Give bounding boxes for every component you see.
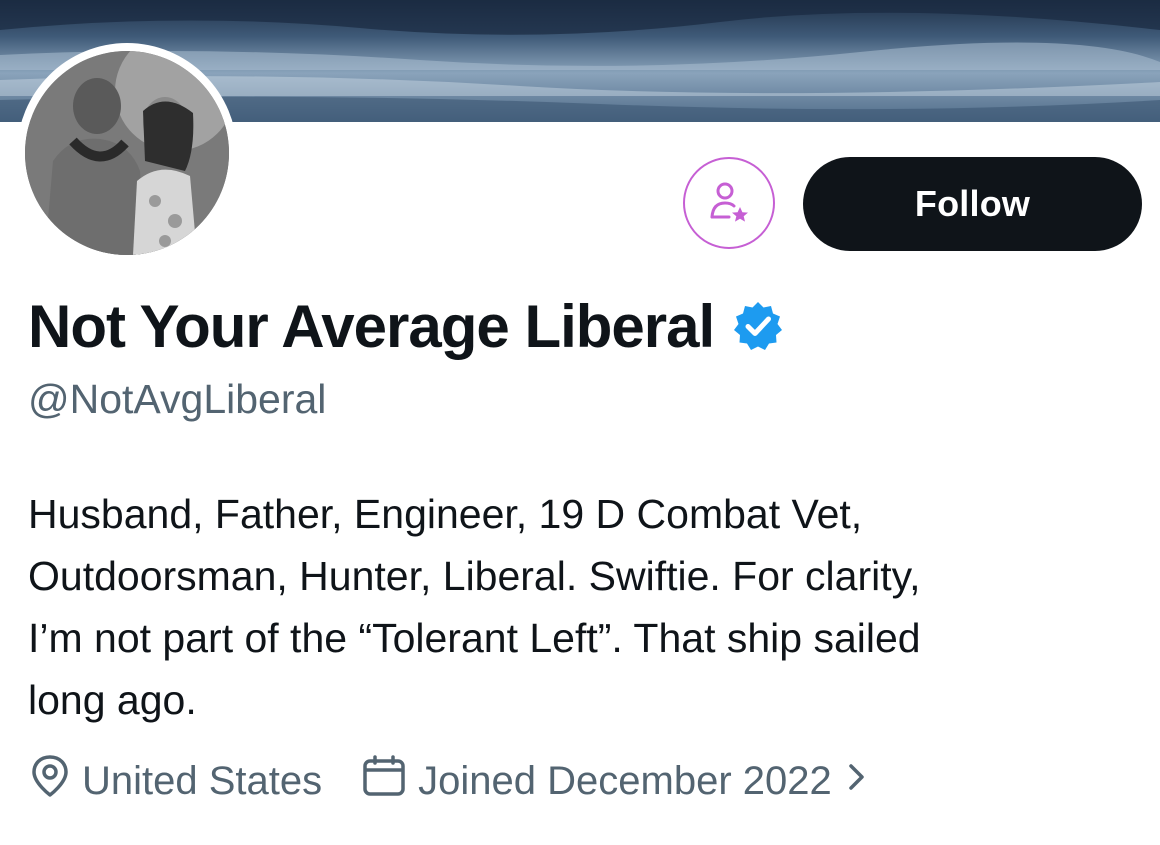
bio-line: I’m not part of the “Tolerant Left”. Tha… bbox=[28, 615, 921, 661]
verified-badge-icon[interactable] bbox=[732, 300, 784, 352]
profile-avatar[interactable] bbox=[17, 43, 237, 263]
person-star-icon bbox=[710, 182, 748, 222]
follow-button-label: Follow bbox=[914, 183, 1031, 224]
joined-text: Joined December 2022 bbox=[418, 758, 832, 803]
profile-meta: United States Joined December 2022 bbox=[30, 752, 868, 810]
location-text: United States bbox=[82, 758, 323, 803]
calendar-icon bbox=[362, 755, 406, 807]
location-pin-icon bbox=[30, 754, 70, 808]
bio-line: long ago. bbox=[28, 677, 197, 723]
location-item: United States bbox=[30, 754, 322, 808]
bio-line: Husband, Father, Engineer, 19 D Combat V… bbox=[28, 491, 863, 537]
follow-button[interactable]: Follow bbox=[803, 157, 1142, 251]
profile-bio: Husband, Father, Engineer, 19 D Combat V… bbox=[28, 483, 1138, 731]
chevron-right-icon bbox=[846, 759, 868, 804]
bio-line: Outdoorsman, Hunter, Liberal. Swiftie. F… bbox=[28, 553, 921, 599]
profile-handle: @NotAvgLiberal bbox=[28, 376, 327, 422]
joined-item[interactable]: Joined December 2022 bbox=[362, 755, 868, 807]
profile-page: Follow Not Your Average Liberal @NotAvgL… bbox=[0, 0, 1160, 845]
subscribe-button[interactable] bbox=[683, 157, 775, 249]
avatar-photo bbox=[25, 51, 229, 255]
display-name-row: Not Your Average Liberal bbox=[28, 290, 784, 362]
display-name: Not Your Average Liberal bbox=[28, 292, 715, 360]
